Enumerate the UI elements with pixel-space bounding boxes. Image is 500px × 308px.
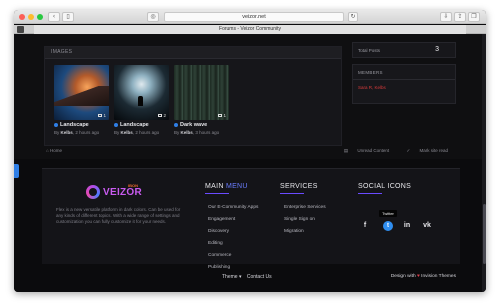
contact-link[interactable]: Contact Us	[247, 274, 272, 280]
image-thumbnail[interactable]: 1	[54, 65, 109, 120]
images-header-label: IMAGES	[51, 49, 73, 55]
linkedin-icon[interactable]: in	[402, 221, 412, 231]
mark-read-link[interactable]: ✓ Mark site read	[398, 148, 448, 153]
shield-icon[interactable]: ◎	[147, 12, 159, 22]
sidebar: Total Posts 3 MEMBERS Sara R, Kelbs	[352, 34, 456, 144]
image-title-link[interactable]: Dark wave	[174, 122, 234, 128]
share-icon[interactable]: ⇪	[454, 12, 466, 22]
bottom-bar: Theme ▾ Contact Us Design with ♥ Invisio…	[14, 266, 486, 292]
main-menu-title: MAIN MENU	[205, 183, 248, 190]
image-icon	[218, 114, 223, 118]
tab-overview-icon[interactable]	[17, 26, 24, 33]
heart-icon: ♥	[416, 274, 420, 279]
logo-text: VEIZOR	[103, 187, 143, 198]
footer-about: Flex is a new versatile platform in dark…	[56, 207, 181, 224]
mountain-shape	[54, 86, 109, 106]
image-count: 2	[158, 113, 166, 118]
stat-label: Total Posts	[358, 48, 381, 53]
site-logo[interactable]: VEIZOR IBON	[86, 183, 142, 203]
footer-link[interactable]: Single Sign on	[284, 217, 315, 222]
credit-link[interactable]: Invision Themes	[421, 274, 456, 279]
status-dot-icon	[114, 123, 118, 127]
home-link[interactable]: ⌂ Home	[46, 148, 62, 153]
facebook-icon[interactable]: f	[360, 221, 370, 231]
divider	[353, 79, 455, 80]
scrollbar[interactable]	[482, 34, 486, 292]
twitter-tooltip: Twitter	[379, 210, 397, 217]
page-actions: ▤ Unread Content ✓ Mark site read	[328, 148, 448, 154]
image-title-link[interactable]: Landscape	[114, 122, 174, 128]
total-posts-stat: Total Posts 3	[352, 42, 456, 58]
stat-value: 3	[435, 46, 439, 53]
footer-link[interactable]: Discovery	[208, 229, 229, 234]
bottom-links: Theme ▾ Contact Us	[222, 274, 272, 280]
image-count: 1	[218, 113, 226, 118]
footer-link[interactable]: Commerce	[208, 253, 231, 258]
image-meta: By Kelbs, 2 hours ago	[114, 130, 160, 135]
footer-link[interactable]: Enterprise Services	[284, 205, 326, 210]
unread-icon: ▤	[343, 148, 349, 153]
zoom-window-button[interactable]	[37, 14, 43, 20]
image-count: 1	[98, 113, 106, 118]
browser-window: ‹ ▯ ◎ veizor.net ↻ ⇩ ⇪ ❐ Forums - Veizor…	[14, 10, 486, 292]
design-credit: Design with ♥ Invision Themes	[390, 274, 456, 279]
image-thumbnail[interactable]: 1	[174, 65, 229, 120]
minimize-window-button[interactable]	[28, 14, 34, 20]
status-dot-icon	[174, 123, 178, 127]
image-caption: Landscape By Kelbs, 2 hours ago	[114, 122, 174, 135]
divider	[358, 193, 382, 194]
content-area: IMAGES 1 2 1 Landscape By Kelbs, 2 hours…	[14, 34, 486, 159]
close-window-button[interactable]	[19, 14, 25, 20]
images-header: IMAGES	[45, 47, 341, 59]
images-panel: IMAGES 1 2 1 Landscape By Kelbs, 2 hours…	[44, 46, 342, 146]
footer: VEIZOR IBON Flex is a new versatile plat…	[42, 168, 460, 270]
image-meta: By Kelbs, 2 hours ago	[54, 130, 100, 135]
image-caption: Landscape By Kelbs, 2 hours ago	[54, 122, 114, 135]
divider	[280, 193, 304, 194]
image-thumbnail[interactable]: 2	[114, 65, 169, 120]
title-bar: ‹ ▯ ◎ veizor.net ↻ ⇩ ⇪ ❐	[14, 10, 486, 24]
author-link[interactable]: Kelbs	[181, 130, 193, 135]
tabs-icon[interactable]: ❐	[468, 12, 480, 22]
breadcrumb: ⌂ Home ▤ Unread Content ✓ Mark site read	[14, 146, 486, 156]
browser-tab[interactable]: Forums - Veizor Community	[34, 25, 466, 34]
check-icon: ✓	[406, 148, 411, 153]
logo-subtext: IBON	[128, 183, 138, 188]
footer-link[interactable]: Migration	[284, 229, 304, 234]
divider	[205, 193, 229, 194]
theme-selector[interactable]: Theme ▾	[222, 274, 241, 280]
image-icon	[98, 114, 103, 118]
footer-link[interactable]: Our E-Community Apps	[208, 205, 258, 210]
image-icon	[158, 114, 163, 118]
logo-icon	[86, 185, 100, 199]
services-title: SERVICES	[280, 183, 318, 190]
social-title: SOCIAL ICONS	[358, 183, 412, 190]
image-meta: By Kelbs, 3 hours ago	[174, 130, 220, 135]
members-widget: MEMBERS Sara R, Kelbs	[352, 64, 456, 104]
status-dot-icon	[54, 123, 58, 127]
author-link[interactable]: Kelbs	[61, 130, 73, 135]
page: IMAGES 1 2 1 Landscape By Kelbs, 2 hours…	[14, 34, 486, 292]
sidebar-icon[interactable]: ▯	[62, 12, 74, 22]
download-icon[interactable]: ⇩	[440, 12, 452, 22]
footer-link[interactable]: Engagement	[208, 217, 235, 222]
back-icon[interactable]: ‹	[48, 12, 60, 22]
image-caption: Dark wave By Kelbs, 3 hours ago	[174, 122, 234, 135]
author-link[interactable]: Kelbs	[121, 130, 133, 135]
tab-bar: Forums - Veizor Community	[14, 25, 486, 34]
side-panel-toggle[interactable]	[14, 164, 19, 178]
vk-icon[interactable]: vk	[422, 221, 432, 231]
members-list[interactable]: Sara R, Kelbs	[358, 85, 386, 90]
scrollbar-thumb[interactable]	[482, 204, 486, 264]
address-bar[interactable]: veizor.net	[164, 12, 344, 22]
footer-link[interactable]: Editing	[208, 241, 223, 246]
members-header: MEMBERS	[358, 70, 383, 75]
reload-icon[interactable]: ↻	[348, 12, 358, 22]
home-icon: ⌂	[46, 148, 49, 153]
silhouette-shape	[138, 96, 143, 106]
twitter-icon[interactable]: t	[383, 221, 393, 231]
image-title-link[interactable]: Landscape	[54, 122, 114, 128]
unread-content-link[interactable]: ▤ Unread Content	[336, 148, 389, 153]
